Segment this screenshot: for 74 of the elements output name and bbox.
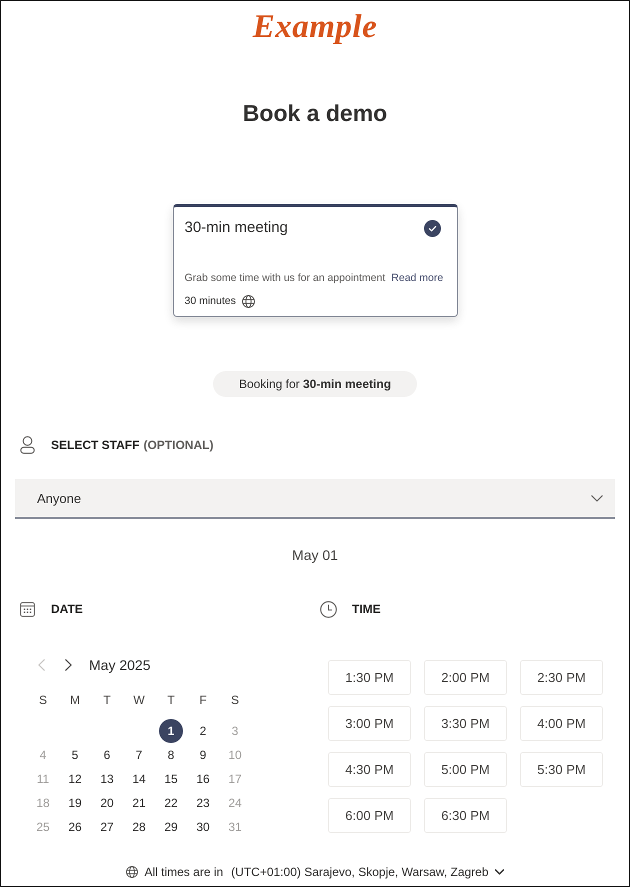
globe-icon	[242, 294, 255, 308]
timezone-label: All times are in	[144, 864, 224, 880]
calendar-day: 31	[223, 815, 247, 839]
calendar-day[interactable]: 23	[191, 791, 215, 815]
time-heading: TIME	[352, 602, 381, 616]
weekday-label: S	[230, 693, 239, 707]
booking-for-pill: Booking for 30-min meeting	[212, 371, 418, 397]
read-more-link[interactable]: Read more	[391, 270, 444, 286]
time-slot-button[interactable]: 2:30 PM	[520, 660, 603, 695]
date-heading: DATE	[51, 602, 83, 616]
logo: Example	[252, 8, 378, 47]
staff-label: SELECT STAFF	[51, 438, 140, 452]
calendar-day[interactable]: 12	[63, 767, 87, 791]
calendar-day[interactable]: 14	[127, 767, 151, 791]
calendar-day[interactable]: 8	[159, 743, 183, 767]
service-description: Grab some time with us for an appointment	[184, 271, 386, 286]
time-slot-button[interactable]: 3:00 PM	[328, 706, 411, 741]
calendar-day[interactable]: 20	[95, 791, 119, 815]
time-slot-button[interactable]: 6:00 PM	[328, 798, 411, 833]
calendar-day[interactable]: 16	[191, 767, 215, 791]
time-slot-button[interactable]: 1:30 PM	[328, 660, 411, 695]
service-card[interactable]: 30-min meeting Grab some time with us for an appointment Read more 30 minutes	[172, 204, 458, 317]
time-slot-button[interactable]: 2:00 PM	[424, 660, 507, 695]
calendar-day: 4	[31, 743, 55, 767]
time-slot-button[interactable]: 3:30 PM	[424, 706, 507, 741]
calendar-day[interactable]: 30	[191, 815, 215, 839]
weekday-label: M	[70, 693, 80, 707]
calendar-day[interactable]: 28	[127, 815, 151, 839]
weekday-label: W	[133, 693, 145, 707]
calendar-day[interactable]: 6	[95, 743, 119, 767]
calendar-day[interactable]: 21	[127, 791, 151, 815]
weekday-label: F	[199, 693, 207, 707]
calendar-day[interactable]: 7	[127, 743, 151, 767]
month-label: May 2025	[89, 656, 150, 675]
calendar-day[interactable]: 2	[191, 719, 215, 743]
weekday-label: T	[103, 693, 111, 707]
service-duration: 30 minutes	[184, 294, 236, 309]
clock-icon	[320, 600, 337, 618]
calendar-day[interactable]: 27	[95, 815, 119, 839]
timezone-dropdown[interactable]: (UTC+01:00) Sarajevo, Skopje, Warsaw, Zagreb	[229, 864, 504, 880]
calendar-icon	[20, 602, 35, 616]
calendar-day: 10	[223, 743, 247, 767]
time-slot-button[interactable]: 6:30 PM	[424, 798, 507, 833]
calendar-day[interactable]: 5	[63, 743, 87, 767]
calendar-day[interactable]: 26	[63, 815, 87, 839]
person-icon	[20, 436, 35, 454]
time-slot-button[interactable]: 4:00 PM	[520, 706, 603, 741]
calendar-day[interactable]: 15	[159, 767, 183, 791]
time-slot-button[interactable]: 5:00 PM	[424, 752, 507, 787]
calendar-day: 17	[223, 767, 247, 791]
service-title: 30-min meeting	[184, 218, 288, 238]
chevron-down-icon	[494, 869, 504, 875]
time-slot-button[interactable]: 5:30 PM	[520, 752, 603, 787]
calendar-day[interactable]: 1	[159, 719, 183, 743]
staff-dropdown[interactable]: Anyone	[15, 479, 615, 519]
calendar-day: 25	[31, 815, 55, 839]
weekday-label: S	[38, 693, 47, 707]
calendar-day: 3	[223, 719, 247, 743]
calendar-day[interactable]: 19	[63, 791, 87, 815]
calendar-day: 11	[31, 767, 55, 791]
calendar-day[interactable]: 22	[159, 791, 183, 815]
weekday-label: T	[167, 693, 175, 707]
calendar-day[interactable]: 13	[95, 767, 119, 791]
time-slot-button[interactable]: 4:30 PM	[328, 752, 411, 787]
page-title: Book a demo	[242, 99, 388, 128]
globe-icon	[126, 866, 138, 878]
calendar-day: 24	[223, 791, 247, 815]
calendar-day[interactable]: 9	[191, 743, 215, 767]
calendar-day: 18	[31, 791, 55, 815]
selected-date: May 01	[292, 546, 338, 565]
calendar-day[interactable]: 29	[159, 815, 183, 839]
optional-hint: (OPTIONAL)	[143, 438, 214, 452]
next-month-button[interactable]	[62, 658, 74, 672]
chevron-down-icon	[591, 494, 603, 502]
